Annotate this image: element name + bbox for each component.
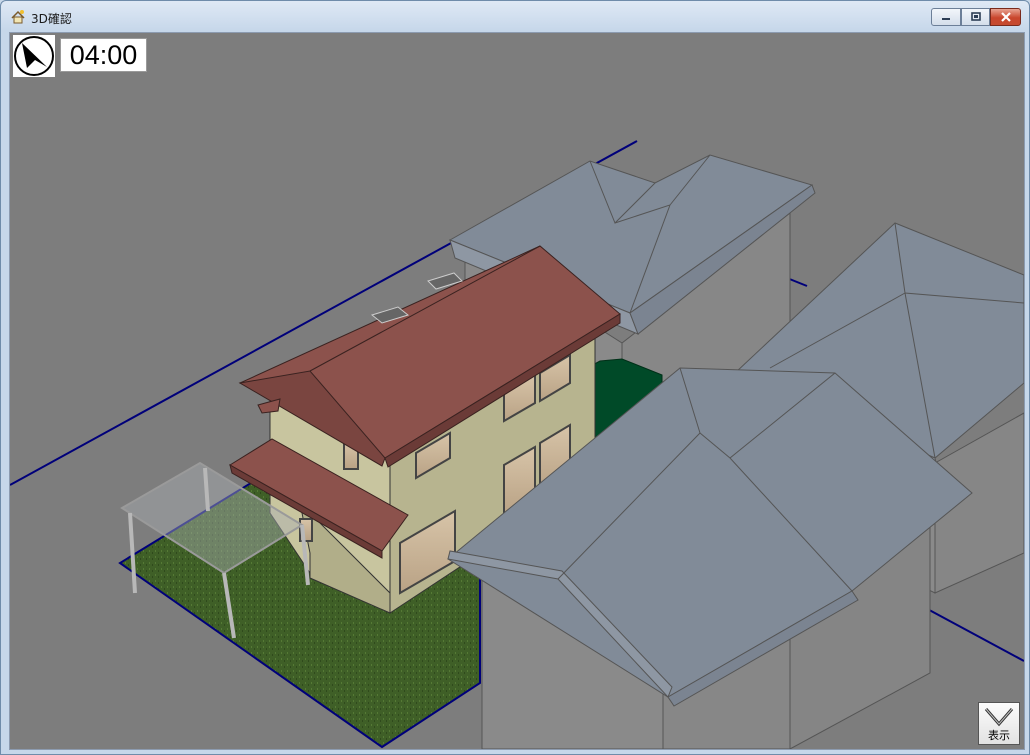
- caption-buttons: [931, 8, 1021, 28]
- chevron-down-icon: [984, 708, 1014, 727]
- 3d-scene[interactable]: [10, 33, 1024, 749]
- close-icon: [1000, 12, 1011, 22]
- time-display: 04:00: [60, 38, 147, 72]
- minimize-button[interactable]: [931, 8, 961, 26]
- restore-icon: [970, 12, 981, 21]
- app-window: 3D確認 04:00 表示: [0, 0, 1030, 755]
- 3d-viewport[interactable]: 04:00 表示: [9, 32, 1025, 750]
- compass-arrow-icon: [14, 36, 54, 76]
- display-label: 表示: [988, 729, 1010, 742]
- app-house-icon: [11, 10, 25, 24]
- maximize-button[interactable]: [961, 8, 990, 26]
- close-button[interactable]: [990, 8, 1021, 26]
- title-bar[interactable]: 3D確認: [1, 1, 1029, 31]
- display-toggle-button[interactable]: 表示: [978, 702, 1020, 745]
- minimize-icon: [942, 18, 950, 20]
- window-title: 3D確認: [31, 12, 72, 26]
- north-compass[interactable]: [13, 35, 55, 77]
